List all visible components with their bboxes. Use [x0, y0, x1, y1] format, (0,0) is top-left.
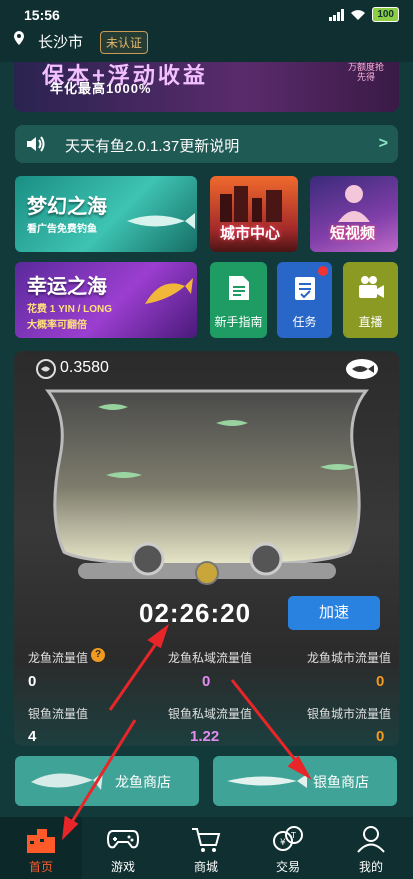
tile-live[interactable]: 直播 — [343, 262, 398, 338]
nav-mine-label: 我的 — [358, 860, 383, 874]
promo-subtitle: 年化最高1000% — [50, 81, 152, 96]
golden-fish-icon — [145, 278, 193, 304]
status-icons: 100 — [329, 7, 399, 22]
silver-shop-label: 银鱼商店 — [313, 774, 369, 790]
nav-home[interactable]: 首页 — [0, 817, 82, 879]
silver-fish-icon — [227, 774, 307, 788]
home-icon — [27, 829, 55, 853]
chevron-right-icon[interactable]: > — [379, 135, 388, 153]
tile-task-label: 任务 — [292, 315, 317, 329]
cart-icon — [192, 828, 221, 852]
svg-text:¥: ¥ — [280, 838, 286, 848]
aquarium-card: 0.3580 02:26:20 加速 龙鱼流量值 ? 龙鱼私域流量值 龙鱼城市流… — [14, 351, 399, 746]
fish-tank — [44, 389, 370, 585]
dragon-shop-button[interactable]: 龙鱼商店 — [15, 756, 199, 806]
fish-coin-icon — [36, 359, 56, 379]
countdown-timer: 02:26:20 — [139, 598, 252, 628]
speaker-icon — [27, 136, 45, 152]
user-icon — [357, 826, 385, 853]
tile-lucky-sea[interactable]: 幸运之海 花费 1 YIN / LONG 大概率可翻倍 — [15, 262, 197, 338]
dragon-flow-label: 龙鱼流量值 — [28, 651, 89, 665]
document-icon — [228, 276, 249, 300]
status-time: 15:56 — [24, 7, 60, 23]
cert-status-badge[interactable]: 未认证 — [100, 31, 149, 54]
nav-mall-label: 商城 — [193, 860, 218, 874]
tile-short-video[interactable]: 短视频 — [310, 176, 398, 252]
tile-city-center[interactable]: 城市中心 — [210, 176, 298, 252]
promo-side-text: 万额度抢先得 — [347, 62, 384, 82]
announcement-bar[interactable]: 天天有鱼2.0.1.37更新说明 > — [15, 125, 398, 163]
fish-tank-icon[interactable] — [344, 357, 380, 381]
tile-short-video-title: 短视频 — [330, 225, 376, 242]
gamepad-icon — [107, 830, 139, 849]
tile-lucky-sea-line2: 大概率可翻倍 — [27, 320, 87, 331]
tile-lucky-sea-title: 幸运之海 — [27, 276, 107, 298]
silver-shop-button[interactable]: 银鱼商店 — [213, 756, 397, 806]
tile-live-label: 直播 — [358, 315, 383, 329]
dragon-city-flow-label: 龙鱼城市流量值 — [307, 651, 392, 665]
camera-icon — [358, 276, 384, 298]
nav-games[interactable]: 游戏 — [82, 817, 164, 879]
silver-flow-label: 银鱼流量值 — [28, 707, 89, 721]
nav-mine[interactable]: 我的 — [330, 817, 412, 879]
video-person-icon — [338, 185, 370, 222]
nav-games-label: 游戏 — [110, 860, 135, 874]
announcement-text: 天天有鱼2.0.1.37更新说明 — [65, 138, 240, 155]
silver-city-flow-label: 银鱼城市流量值 — [307, 707, 392, 721]
promo-banner[interactable]: 保本+浮动收益 年化最高1000% 万额度抢先得 — [14, 62, 399, 112]
balance-value: 0.3580 — [60, 359, 109, 376]
svg-text:T: T — [290, 831, 296, 840]
tile-lucky-sea-line1: 花费 1 YIN / LONG — [27, 304, 113, 315]
tile-city-center-title: 城市中心 — [220, 225, 281, 242]
silver-private-flow-value: 1.22 — [190, 728, 220, 745]
exchange-icon: ¥T — [273, 826, 303, 851]
wifi-icon — [351, 9, 366, 20]
location-pin-icon[interactable] — [12, 31, 26, 45]
signal-icon — [329, 8, 345, 21]
dragon-private-flow-label: 龙鱼私域流量值 — [168, 651, 253, 665]
notification-dot — [318, 266, 328, 276]
tile-dream-sea-subtitle: 看广告免费钓鱼 — [27, 224, 97, 235]
dragon-flow-value: 0 — [28, 673, 37, 690]
tile-guide-label: 新手指南 — [214, 315, 263, 329]
nav-trade[interactable]: ¥ T 交易 — [247, 817, 329, 879]
location-bar: 长沙市 未认证 — [0, 28, 413, 62]
silver-private-flow-label: 银鱼私域流量值 — [168, 707, 253, 721]
battery-icon: 100 — [372, 7, 399, 22]
tile-dream-sea[interactable]: 梦幻之海 看广告免费钓鱼 — [15, 176, 197, 252]
fish-icon — [127, 213, 195, 229]
dragon-fish-icon — [31, 772, 103, 790]
bottom-nav: 首页 游戏 商城 ¥ T 交易 我的 — [0, 817, 413, 879]
help-icon[interactable]: ? — [91, 648, 105, 662]
status-bar: 15:56 100 — [0, 0, 413, 28]
dragon-city-flow-value: 0 — [376, 673, 385, 690]
dragon-shop-label: 龙鱼商店 — [115, 774, 171, 790]
tile-dream-sea-title: 梦幻之海 — [27, 196, 107, 218]
city-name[interactable]: 长沙市 — [38, 31, 83, 52]
nav-trade-label: 交易 — [275, 860, 300, 874]
city-skyline-icon — [220, 186, 282, 222]
speed-up-button[interactable]: 加速 — [288, 596, 380, 630]
task-list-icon — [294, 277, 315, 300]
dragon-private-flow-value: 0 — [202, 673, 211, 690]
nav-mall[interactable]: 商城 — [165, 817, 247, 879]
silver-city-flow-value: 0 — [376, 728, 385, 745]
silver-flow-value: 4 — [28, 728, 37, 745]
tile-guide[interactable]: 新手指南 — [210, 262, 267, 338]
nav-home-label: 首页 — [28, 860, 53, 874]
